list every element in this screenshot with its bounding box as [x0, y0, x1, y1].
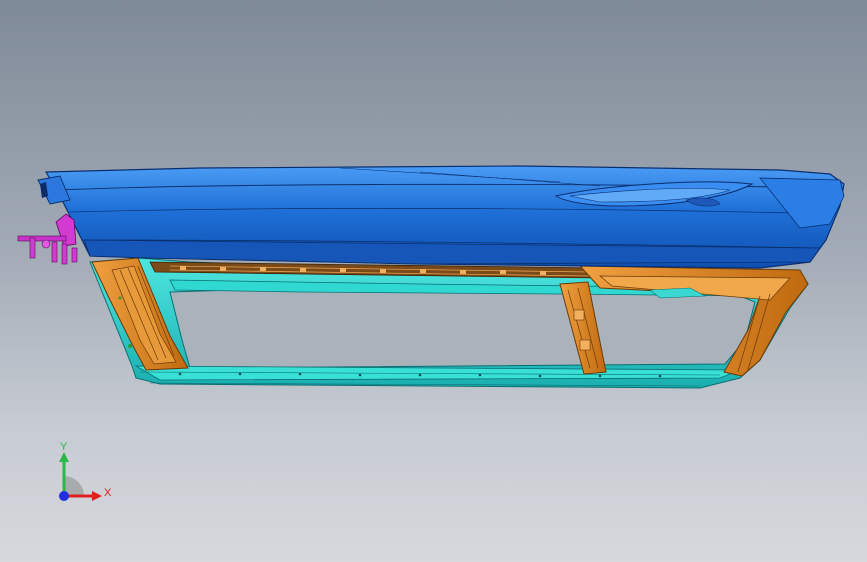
graphics-viewport[interactable]: Y X [0, 0, 867, 562]
mounting-clips[interactable] [17, 213, 78, 265]
upper-door-trim-panel[interactable] [37, 165, 845, 269]
coordinate-triad: Y X [48, 440, 118, 510]
triad-graphic [59, 452, 102, 501]
door-panel-model[interactable] [0, 0, 867, 562]
y-axis-label: Y [60, 441, 68, 453]
x-axis-label: X [104, 487, 112, 499]
